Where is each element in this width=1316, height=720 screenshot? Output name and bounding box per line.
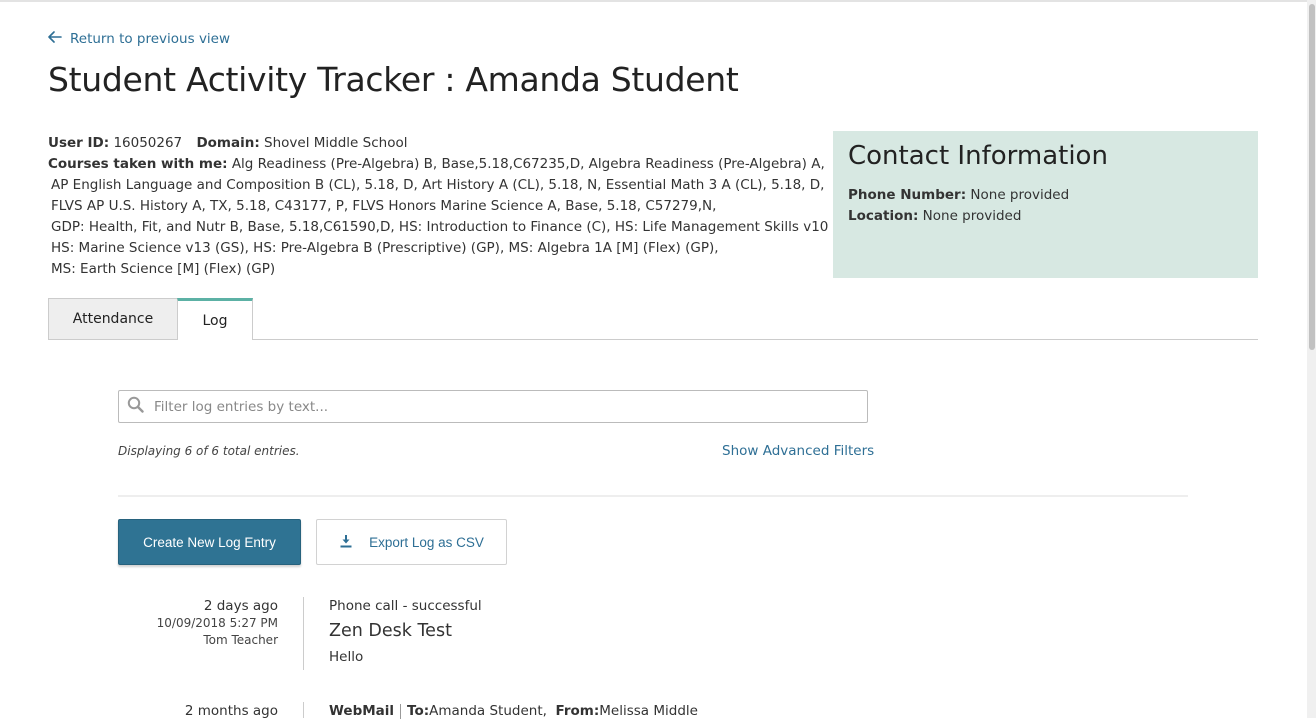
course-line: HS: Marine Science v13 (GS), HS: Pre-Alg… xyxy=(51,240,719,256)
to-label: To: xyxy=(407,703,430,719)
return-link[interactable]: Return to previous view xyxy=(48,31,230,47)
tab-attendance[interactable]: Attendance xyxy=(48,298,178,339)
entry-count: Displaying 6 of 6 total entries. xyxy=(118,444,300,458)
from-value: Melissa Middle xyxy=(599,703,698,719)
course-line: AP English Language and Composition B (C… xyxy=(51,177,825,193)
tab-log[interactable]: Log xyxy=(177,298,253,340)
location-row: Location: None provided xyxy=(848,206,1243,227)
user-id-label: User ID: xyxy=(48,135,110,151)
entry-author: Tom Teacher xyxy=(203,633,278,647)
create-log-entry-button[interactable]: Create New Log Entry xyxy=(118,519,301,565)
from-label: From: xyxy=(555,703,600,719)
log-entry-meta: 2 days ago 10/09/2018 5:27 PM Tom Teache… xyxy=(118,597,278,649)
student-info: User ID: 16050267 Domain: Shovel Middle … xyxy=(48,133,867,280)
tab-label: Attendance xyxy=(72,311,154,327)
arrow-left-icon xyxy=(48,31,70,47)
export-csv-button[interactable]: Export Log as CSV xyxy=(316,519,507,565)
return-link-label: Return to previous view xyxy=(70,31,231,47)
log-entry-body: Phone call - successful Zen Desk Test He… xyxy=(329,597,1129,665)
scrollbar-thumb[interactable] xyxy=(1309,4,1315,350)
entry-type: WebMail xyxy=(329,703,395,719)
tab-label: Log xyxy=(202,312,228,329)
phone-label: Phone Number: xyxy=(848,187,967,203)
entry-relative-time: 2 months ago xyxy=(184,703,278,719)
contact-information-panel: Contact Information Phone Number: None p… xyxy=(833,131,1258,278)
courses-row: Courses taken with me: Alg Readiness (Pr… xyxy=(48,154,833,175)
entry-type: Phone call - successful xyxy=(329,598,482,614)
domain-label: Domain: xyxy=(196,135,260,151)
course-line: FLVS AP U.S. History A, TX, 5.18, C43177… xyxy=(51,198,717,214)
course-line: MS: Earth Science [M] (Flex) (GP) xyxy=(51,261,276,277)
section-divider xyxy=(118,495,1188,497)
location-value: None provided xyxy=(922,208,1022,224)
export-csv-label: Export Log as CSV xyxy=(369,534,484,550)
domain-value: Shovel Middle School xyxy=(264,135,408,151)
entry-subject: Zen Desk Test xyxy=(329,621,452,641)
phone-row: Phone Number: None provided xyxy=(848,185,1243,206)
entry-date: 10/09/2018 5:27 PM xyxy=(156,616,278,630)
phone-value: None provided xyxy=(970,187,1070,203)
log-entry-body: WebMail To:Amanda Student, From:Melissa M… xyxy=(329,702,1129,720)
create-log-entry-label: Create New Log Entry xyxy=(143,534,276,550)
entry-relative-time: 2 days ago xyxy=(203,598,278,614)
filter-input[interactable] xyxy=(152,397,846,416)
entry-message: Hello xyxy=(329,649,364,665)
download-icon xyxy=(339,534,369,551)
id-row: User ID: 16050267 Domain: Shovel Middle … xyxy=(48,133,833,154)
courses-label: Courses taken with me: xyxy=(48,156,228,172)
location-label: Location: xyxy=(848,208,919,224)
log-entry-meta: 2 months ago xyxy=(118,702,278,720)
to-value: Amanda Student, xyxy=(429,703,547,719)
filter-box[interactable] xyxy=(118,390,868,423)
separator xyxy=(400,703,402,719)
course-line: Alg Readiness (Pre-Algebra) B, Base,5.18… xyxy=(231,156,825,172)
contact-title: Contact Information xyxy=(848,141,1108,171)
course-line: GDP: Health, Fit, and Nutr B, Base, 5.18… xyxy=(51,219,867,235)
page-title: Student Activity Tracker : Amanda Studen… xyxy=(48,60,739,99)
search-icon xyxy=(127,396,144,417)
show-advanced-filters-link[interactable]: Show Advanced Filters xyxy=(722,443,874,459)
entry-divider xyxy=(303,702,304,718)
user-id-value: 16050267 xyxy=(113,135,183,151)
top-border xyxy=(0,0,1316,2)
entry-divider xyxy=(303,597,304,670)
entry-header: WebMail To:Amanda Student, From:Melissa M… xyxy=(329,702,1129,720)
